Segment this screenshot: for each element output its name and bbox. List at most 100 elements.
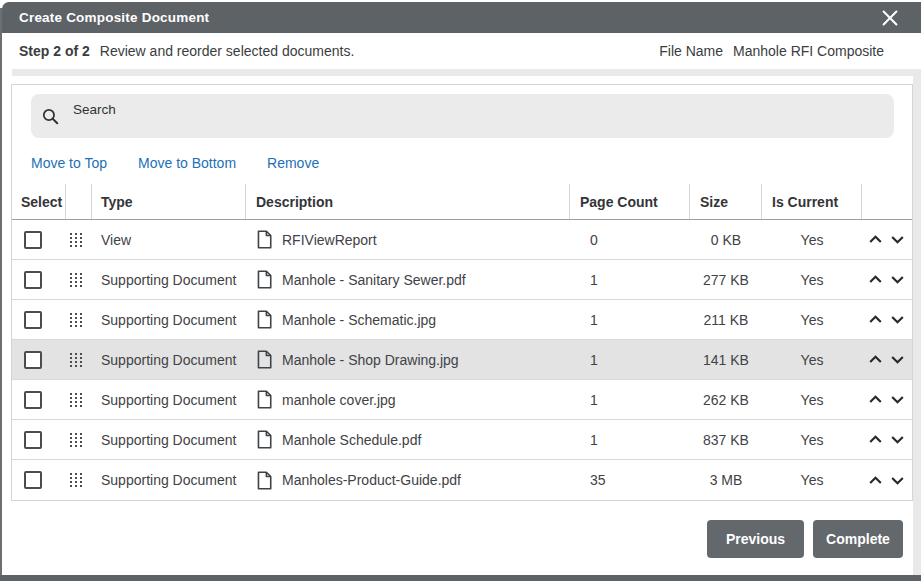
move-up-icon[interactable]: [867, 472, 884, 489]
drag-handle-icon[interactable]: [70, 273, 82, 287]
row-page-count: 1: [570, 432, 690, 448]
modal-title: Create Composite Document: [19, 10, 209, 25]
drag-handle-icon[interactable]: [70, 433, 82, 447]
row-description-cell: Manholes-Product-Guide.pdf: [246, 471, 570, 490]
file-name-label: File Name: [659, 43, 723, 59]
row-checkbox[interactable]: [24, 431, 42, 449]
header-select: Select: [12, 184, 66, 219]
move-up-icon[interactable]: [867, 431, 884, 448]
row-reorder-cell: [862, 472, 912, 489]
document-icon: [256, 310, 272, 329]
row-checkbox[interactable]: [24, 351, 42, 369]
move-up-icon[interactable]: [867, 311, 884, 328]
move-down-icon[interactable]: [889, 311, 906, 328]
document-icon: [256, 270, 272, 289]
row-type: Supporting Document: [92, 272, 246, 288]
table-row: Supporting Document Manhole - Sanitary S…: [12, 260, 912, 300]
row-description-cell: Manhole - Schematic.jpg: [246, 310, 570, 329]
document-icon: [256, 350, 272, 369]
row-is-current: Yes: [762, 352, 862, 368]
row-select-cell: [12, 431, 66, 449]
row-page-count: 1: [570, 352, 690, 368]
row-page-count: 1: [570, 272, 690, 288]
row-is-current: Yes: [762, 392, 862, 408]
search-icon: [41, 107, 60, 126]
row-is-current: Yes: [762, 472, 862, 488]
table-body: View RFIViewReport 0 0 KB Yes: [12, 220, 912, 500]
row-type: Supporting Document: [92, 392, 246, 408]
row-size: 141 KB: [690, 352, 762, 368]
row-drag-cell: [66, 473, 92, 487]
table-row: Supporting Document Manhole - Shop Drawi…: [12, 340, 912, 380]
row-page-count: 1: [570, 392, 690, 408]
row-type: View: [92, 232, 246, 248]
move-to-bottom-link[interactable]: Move to Bottom: [138, 155, 236, 171]
table-row: View RFIViewReport 0 0 KB Yes: [12, 220, 912, 260]
remove-link[interactable]: Remove: [267, 155, 319, 171]
row-description-cell: manhole cover.jpg: [246, 390, 570, 409]
drag-handle-icon[interactable]: [70, 233, 82, 247]
row-description: Manhole - Schematic.jpg: [282, 312, 436, 328]
divider-band: [12, 69, 921, 76]
row-drag-cell: [66, 433, 92, 447]
drag-handle-icon[interactable]: [70, 353, 82, 367]
move-up-icon[interactable]: [867, 391, 884, 408]
drag-handle-icon[interactable]: [70, 393, 82, 407]
row-description: Manholes-Product-Guide.pdf: [282, 472, 461, 488]
document-icon: [256, 430, 272, 449]
step-description: Review and reorder selected documents.: [100, 43, 354, 59]
search-placeholder: Search: [73, 102, 116, 117]
row-drag-cell: [66, 353, 92, 367]
step-row: Step 2 of 2 Review and reorder selected …: [2, 33, 921, 69]
search-input[interactable]: Search: [31, 94, 894, 138]
row-checkbox[interactable]: [24, 271, 42, 289]
scrollbar-track: [913, 76, 921, 575]
row-description-cell: Manhole Schedule.pdf: [246, 430, 570, 449]
row-select-cell: [12, 311, 66, 329]
complete-button[interactable]: Complete: [813, 520, 903, 558]
row-description: Manhole - Sanitary Sewer.pdf: [282, 272, 466, 288]
header-is-current: Is Current: [762, 184, 862, 219]
previous-button[interactable]: Previous: [707, 520, 804, 558]
header-drag: [66, 184, 92, 219]
header-description: Description: [246, 184, 570, 219]
row-checkbox[interactable]: [24, 311, 42, 329]
modal-bottom-edge: [0, 575, 921, 581]
row-drag-cell: [66, 313, 92, 327]
move-down-icon[interactable]: [889, 231, 906, 248]
document-icon: [256, 390, 272, 409]
row-reorder-cell: [862, 311, 912, 328]
row-drag-cell: [66, 273, 92, 287]
move-up-icon[interactable]: [867, 271, 884, 288]
row-description: manhole cover.jpg: [282, 392, 396, 408]
move-down-icon[interactable]: [889, 351, 906, 368]
drag-handle-icon[interactable]: [70, 473, 82, 487]
close-icon[interactable]: [879, 7, 901, 29]
file-name-value: Manhole RFI Composite: [733, 43, 884, 59]
row-reorder-cell: [862, 431, 912, 448]
table-row: Supporting Document Manhole - Schematic.…: [12, 300, 912, 340]
row-checkbox[interactable]: [24, 471, 42, 489]
row-checkbox[interactable]: [24, 231, 42, 249]
move-down-icon[interactable]: [889, 431, 906, 448]
drag-handle-icon[interactable]: [70, 313, 82, 327]
row-checkbox[interactable]: [24, 391, 42, 409]
row-reorder-cell: [862, 391, 912, 408]
move-up-icon[interactable]: [867, 231, 884, 248]
move-up-icon[interactable]: [867, 351, 884, 368]
row-select-cell: [12, 471, 66, 489]
move-to-top-link[interactable]: Move to Top: [31, 155, 107, 171]
row-type: Supporting Document: [92, 472, 246, 488]
row-page-count: 35: [570, 472, 690, 488]
move-down-icon[interactable]: [889, 391, 906, 408]
table-row: Supporting Document Manhole Schedule.pdf…: [12, 420, 912, 460]
row-size: 211 KB: [690, 312, 762, 328]
row-size: 262 KB: [690, 392, 762, 408]
header-reorder: [862, 184, 912, 219]
move-down-icon[interactable]: [889, 472, 906, 489]
action-links: Move to Top Move to Bottom Remove: [31, 151, 319, 175]
document-icon: [256, 230, 272, 249]
move-down-icon[interactable]: [889, 271, 906, 288]
row-is-current: Yes: [762, 432, 862, 448]
table-header: Select Type Description Page Count Size …: [12, 184, 912, 220]
